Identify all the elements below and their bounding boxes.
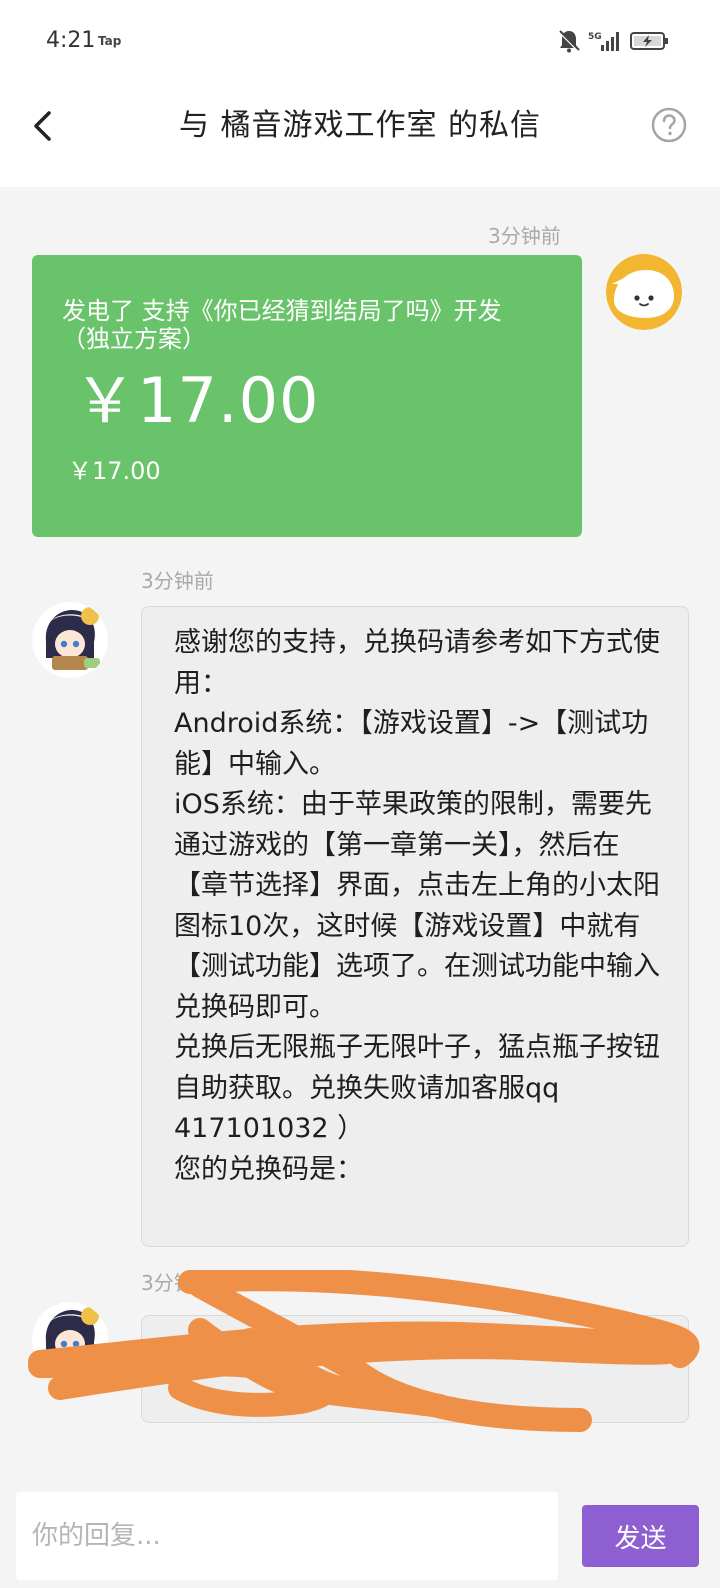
status-time: 4:21	[46, 28, 96, 53]
message-bubble[interactable]	[141, 1315, 689, 1423]
back-button[interactable]	[22, 106, 62, 146]
chevron-left-icon	[34, 111, 51, 141]
power-card-amount: ￥17.00	[74, 364, 320, 437]
power-card[interactable]: 发电了 支持《你已经猜到结局了吗》开发 （独立方案） ￥17.00 ￥17.00	[32, 255, 582, 537]
signal-icon: 5G	[588, 32, 619, 51]
studio-avatar[interactable]	[32, 1302, 108, 1378]
chat-header: 与 橘音游戏工作室 的私信	[0, 84, 720, 187]
message-timestamp: 3分钟前	[488, 224, 561, 248]
power-card-sub-amount: ￥17.00	[68, 457, 161, 485]
status-icons: 5G	[558, 28, 670, 54]
self-avatar-image	[606, 254, 682, 330]
message-timestamp: 3分钟前	[141, 569, 214, 593]
page-title: 与 橘音游戏工作室 的私信	[178, 108, 542, 143]
power-card-description: 发电了 支持《你已经猜到结局了吗》开发 （独立方案）	[62, 297, 502, 353]
status-carrier-tag: Tap	[98, 34, 122, 48]
help-button[interactable]	[651, 107, 687, 143]
studio-avatar[interactable]	[32, 602, 108, 678]
studio-avatar-image	[32, 1302, 108, 1378]
reply-bar: 发送	[0, 1472, 720, 1588]
battery-charging-icon	[630, 32, 668, 50]
message-timestamp: 3分钟前	[141, 1271, 214, 1295]
network-label: 5G	[588, 32, 602, 42]
reply-input[interactable]	[16, 1492, 558, 1580]
studio-avatar-image	[32, 602, 108, 678]
message-text: 感谢您的支持，兑换码请参考如下方式使用： Android系统：【游戏设置】->【…	[174, 627, 660, 1185]
message-bubble[interactable]: 感谢您的支持，兑换码请参考如下方式使用： Android系统：【游戏设置】->【…	[141, 606, 689, 1247]
self-avatar[interactable]	[606, 254, 682, 330]
send-button[interactable]: 发送	[582, 1505, 699, 1567]
status-bar: 4:21 Tap 5G	[0, 0, 720, 84]
bell-off-icon	[558, 29, 580, 53]
question-circle-icon	[651, 107, 687, 143]
